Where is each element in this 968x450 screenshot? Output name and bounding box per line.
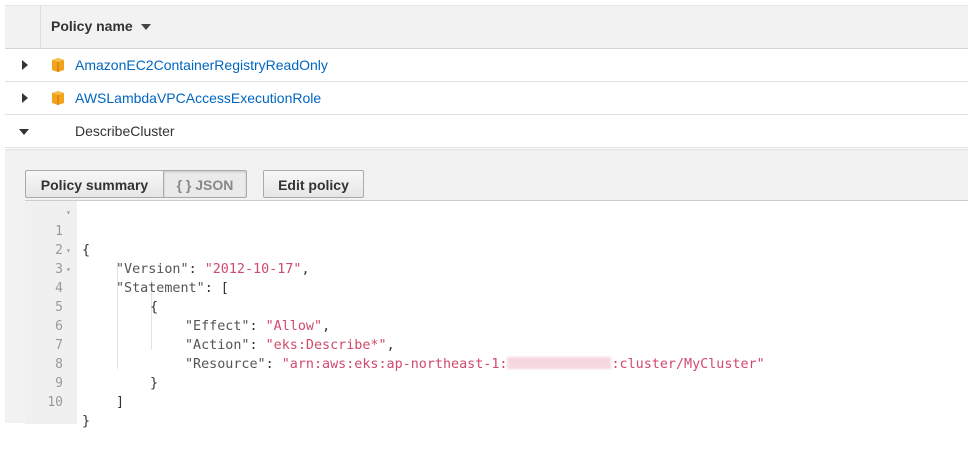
policy-link[interactable]: AmazonEC2ContainerRegistryReadOnly [75,57,328,73]
code-line: 4 ▾ { [25,260,968,315]
edit-policy-button[interactable]: Edit policy [263,170,364,198]
expand-caret-icon[interactable] [22,93,28,103]
code-line: 7 "Resource": "arn:aws:eks:ap-northeast-… [25,317,968,372]
fold-arrow-icon[interactable]: ▾ [66,203,71,222]
expand-caret-icon[interactable] [22,60,28,70]
fold-arrow-icon[interactable]: ▾ [66,260,71,279]
code-line: 6 "Action": "eks:Describe*", [25,298,968,353]
policy-detail-panel: Policy summary { } JSON Edit policy 1 ▾ {… [5,149,968,429]
policy-summary-tab[interactable]: Policy summary [25,170,164,198]
json-editor[interactable]: 1 ▾ { 2 "Version": "2012-10-17", 3 ▾ "Stat… [25,200,968,429]
collapse-caret-icon[interactable] [19,129,29,135]
code-line: 1 ▾ { [25,203,968,258]
inline-policy-name: DescribeCluster [75,123,175,139]
fold-arrow-icon[interactable]: ▾ [66,241,71,260]
line-number: 10 [47,395,63,410]
code-line: 8 } [25,336,968,391]
policy-table: Policy name AmazonEC2ContainerRegistryRe… [5,5,968,148]
table-header: Policy name [5,5,968,49]
table-row: AmazonEC2ContainerRegistryReadOnly [5,49,968,82]
json-tab[interactable]: { } JSON [163,170,247,198]
code-line: 10 } [25,374,968,429]
code-line: 3 ▾ "Statement": [ [25,241,968,296]
aws-managed-policy-icon [52,58,64,72]
table-row: DescribeCluster [5,115,968,148]
aws-managed-policy-icon [52,91,64,105]
close-bracket: ] [116,395,125,410]
sort-desc-icon[interactable] [141,24,151,30]
code-line: 2 "Version": "2012-10-17", [25,222,968,277]
header-spacer [5,6,41,48]
code-line: 9 ] [25,355,968,410]
policy-name-column-header[interactable]: Policy name [51,18,133,34]
policy-link[interactable]: AWSLambdaVPCAccessExecutionRole [75,90,321,106]
table-row: AWSLambdaVPCAccessExecutionRole [5,82,968,115]
code-line: 5 "Effect": "Allow", [25,279,968,334]
